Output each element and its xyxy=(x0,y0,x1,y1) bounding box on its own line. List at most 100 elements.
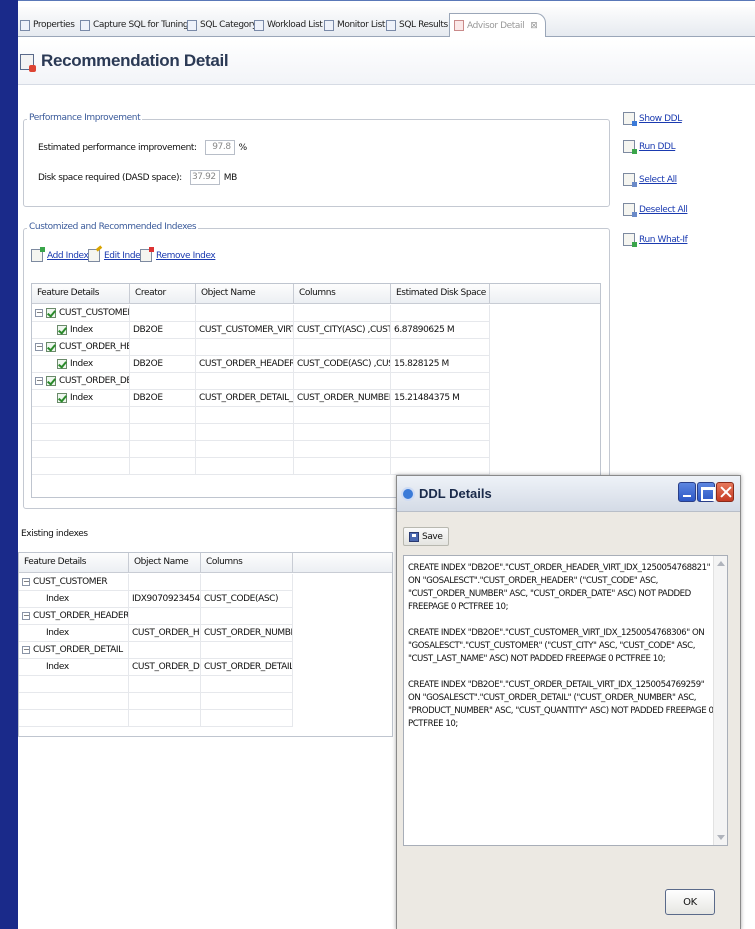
select-all-link[interactable]: Select All xyxy=(639,175,677,185)
columns-cell: CUST_ORDER_NUMBER(A... xyxy=(201,625,293,641)
empty-row xyxy=(32,441,490,458)
deselect-all-link[interactable]: Deselect All xyxy=(639,205,688,215)
run-what-if-link[interactable]: Run What-If xyxy=(639,235,688,245)
column-header[interactable]: Creator xyxy=(130,284,196,303)
recommended-indexes-group: Customized and Recommended Indexes Add I… xyxy=(23,222,610,509)
column-header[interactable]: Feature Details xyxy=(32,284,130,303)
performance-group: Performance Improvement Estimated perfor… xyxy=(23,113,610,207)
collapse-icon[interactable]: − xyxy=(35,309,43,317)
empty-row xyxy=(32,424,490,441)
minimize-icon[interactable] xyxy=(678,482,696,502)
row-checkbox[interactable] xyxy=(57,325,67,335)
feature-cell: − CUST_ORDER_HEADER xyxy=(32,339,130,355)
edit-index-link[interactable]: Edit Index xyxy=(104,251,145,261)
remove-index-link[interactable]: Remove Index xyxy=(156,251,216,261)
add-index-icon xyxy=(31,247,45,262)
column-header[interactable]: Columns xyxy=(294,284,391,303)
row-checkbox[interactable] xyxy=(46,376,56,386)
tab-sql-results[interactable]: SQL Results xyxy=(386,15,448,35)
edit-index-button[interactable]: Edit Index xyxy=(88,249,145,262)
column-header-filler xyxy=(490,284,600,303)
disk-space-unit: MB xyxy=(223,172,238,183)
deselect-all-button[interactable]: Deselect All xyxy=(623,203,688,217)
collapse-icon[interactable]: − xyxy=(22,578,30,586)
table-row[interactable]: − CUST_CUSTOMER xyxy=(19,574,293,591)
tab-label: Properties xyxy=(33,20,75,30)
add-index-link[interactable]: Add Index xyxy=(47,251,89,261)
empty-cell xyxy=(196,458,294,474)
table-row[interactable]: Index CUST_ORDER_H... CUST_ORDER_NUMBER(… xyxy=(19,625,293,642)
empty-cell xyxy=(196,407,294,423)
empty-cell xyxy=(294,458,391,474)
table-row[interactable]: −CUST_ORDER_DETAIL xyxy=(19,642,293,659)
tab-monitor-list[interactable]: Monitor List xyxy=(324,15,385,35)
row-checkbox[interactable] xyxy=(46,342,56,352)
object-cell xyxy=(196,339,294,355)
show-ddl-button[interactable]: Show DDL xyxy=(623,112,682,126)
remove-index-button[interactable]: Remove Index xyxy=(140,247,216,262)
existing-index-table[interactable]: Feature Details Object Name Columns − CUS… xyxy=(18,552,393,737)
show-ddl-link[interactable]: Show DDL xyxy=(639,114,682,124)
collapse-icon[interactable]: − xyxy=(35,377,43,385)
row-checkbox[interactable] xyxy=(57,393,67,403)
columns-cell xyxy=(201,642,293,658)
empty-cell xyxy=(391,441,490,457)
row-checkbox[interactable] xyxy=(46,308,56,318)
column-header[interactable]: Estimated Disk Space xyxy=(391,284,490,303)
table-row[interactable]: Index CUST_ORDER_D... CUST_ORDER_DETAIL_… xyxy=(19,659,293,676)
tab-sql-category[interactable]: SQL Category xyxy=(187,15,257,35)
table-row[interactable]: Index DB2OE CUST_CUSTOMER_VIRT_I... CUST… xyxy=(32,322,490,339)
feature-label: CUST_ORDER_HEADER xyxy=(59,342,129,352)
tab-label: Workload List xyxy=(267,20,323,30)
save-button[interactable]: Save xyxy=(403,527,449,546)
tab-capture-sql[interactable]: Capture SQL for Tuning xyxy=(80,15,189,35)
collapse-icon[interactable]: − xyxy=(22,646,30,654)
feature-cell: Index xyxy=(32,356,130,372)
remove-index-icon xyxy=(140,247,154,262)
deselect-all-icon xyxy=(623,203,637,217)
empty-cell xyxy=(130,441,196,457)
empty-cell xyxy=(129,710,201,726)
maximize-icon[interactable] xyxy=(697,482,715,502)
collapse-icon[interactable]: − xyxy=(35,343,43,351)
table-row[interactable]: Index DB2OE CUST_ORDER_HEADER_VI... CUST… xyxy=(32,356,490,373)
column-header[interactable]: Columns xyxy=(201,553,293,572)
ok-button[interactable]: OK xyxy=(665,889,715,915)
empty-cell xyxy=(32,424,130,440)
run-ddl-link[interactable]: Run DDL xyxy=(639,142,676,152)
table-row[interactable]: − CUST_CUSTOMER xyxy=(32,305,490,322)
row-checkbox[interactable] xyxy=(57,359,67,369)
creator-cell: DB2OE xyxy=(130,322,196,338)
run-ddl-button[interactable]: Run DDL xyxy=(623,140,676,154)
tab-label: Advisor Detail xyxy=(467,20,525,31)
collapse-icon[interactable]: − xyxy=(22,612,30,620)
table-row[interactable]: Index IDX9070923454... CUST_CODE(ASC) xyxy=(19,591,293,608)
feature-cell: Index xyxy=(19,659,129,675)
tab-properties[interactable]: Properties xyxy=(20,15,75,35)
feature-cell: Index xyxy=(32,322,130,338)
column-header[interactable]: Object Name xyxy=(129,553,201,572)
vertical-scrollbar[interactable] xyxy=(713,556,727,845)
capture-icon xyxy=(80,19,90,31)
results-icon xyxy=(386,19,396,31)
tab-workload-list[interactable]: Workload List xyxy=(254,15,323,35)
space-cell: 6.87890625 M xyxy=(391,322,490,338)
table-row[interactable]: − CUST_ORDER_HEADER xyxy=(32,339,490,356)
recommended-index-table[interactable]: Feature Details Creator Object Name Colu… xyxy=(31,283,601,498)
table-row[interactable]: −CUST_ORDER_HEADER xyxy=(19,608,293,625)
column-header[interactable]: Object Name xyxy=(196,284,294,303)
close-icon[interactable] xyxy=(716,482,734,502)
column-header[interactable]: Feature Details xyxy=(19,553,129,572)
run-what-if-button[interactable]: Run What-If xyxy=(623,233,688,247)
object-cell: CUST_CUSTOMER_VIRT_I... xyxy=(196,322,294,338)
ddl-text-area[interactable]: CREATE INDEX "DB2OE"."CUST_ORDER_HEADER_… xyxy=(403,555,728,846)
table-row[interactable]: Index DB2OE CUST_ORDER_DETAIL_VI... CUST… xyxy=(32,390,490,407)
add-index-button[interactable]: Add Index xyxy=(31,247,89,262)
select-all-button[interactable]: Select All xyxy=(623,173,677,187)
empty-row xyxy=(19,710,293,727)
dialog-title-bar[interactable]: DDL Details xyxy=(397,476,740,512)
tab-advisor-detail[interactable]: Advisor Detail ⊠ xyxy=(449,13,547,37)
tab-close-icon[interactable]: ⊠ xyxy=(530,21,538,31)
table-row[interactable]: −CUST_ORDER_DETAIL xyxy=(32,373,490,390)
feature-cell: Index xyxy=(32,390,130,406)
